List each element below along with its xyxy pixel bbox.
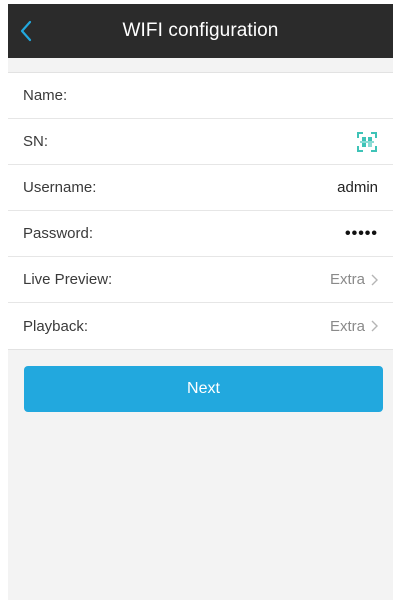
playback-label: Playback: bbox=[23, 317, 89, 335]
playback-selector[interactable]: Extra bbox=[330, 318, 378, 335]
playback-row[interactable]: Playback: Extra bbox=[8, 303, 393, 349]
live-preview-value: Extra bbox=[329, 271, 365, 288]
back-button[interactable] bbox=[12, 14, 40, 48]
username-row[interactable]: Username: admin bbox=[8, 165, 393, 211]
live-preview-row[interactable]: Live Preview: Extra bbox=[8, 257, 393, 303]
live-preview-selector[interactable]: Extra bbox=[330, 271, 378, 288]
chevron-right-icon bbox=[371, 320, 378, 332]
password-row[interactable]: Password: ••••• bbox=[8, 211, 393, 257]
password-label: Password: bbox=[23, 225, 94, 242]
playback-value: Extra bbox=[329, 317, 365, 335]
sn-label: SN: bbox=[23, 133, 49, 150]
screen: WIFI configuration Name: SN: Username: a… bbox=[8, 4, 393, 600]
name-label: Name: bbox=[23, 87, 68, 104]
username-label: Username: bbox=[23, 179, 97, 196]
next-button[interactable]: Next bbox=[24, 366, 383, 412]
username-field[interactable]: admin bbox=[337, 179, 378, 196]
qr-scan-icon[interactable] bbox=[356, 131, 378, 153]
page-title: WIFI configuration bbox=[122, 20, 279, 41]
chevron-left-icon bbox=[20, 20, 32, 42]
chevron-right-icon bbox=[371, 274, 378, 285]
config-form: Name: SN: Username: admin Password: ••••… bbox=[8, 72, 393, 350]
live-preview-label: Live Preview: bbox=[23, 271, 113, 288]
navigation-bar: WIFI configuration bbox=[8, 4, 393, 58]
sn-row: SN: bbox=[8, 119, 393, 165]
name-row[interactable]: Name: bbox=[8, 73, 393, 119]
password-field[interactable]: ••••• bbox=[345, 225, 378, 243]
